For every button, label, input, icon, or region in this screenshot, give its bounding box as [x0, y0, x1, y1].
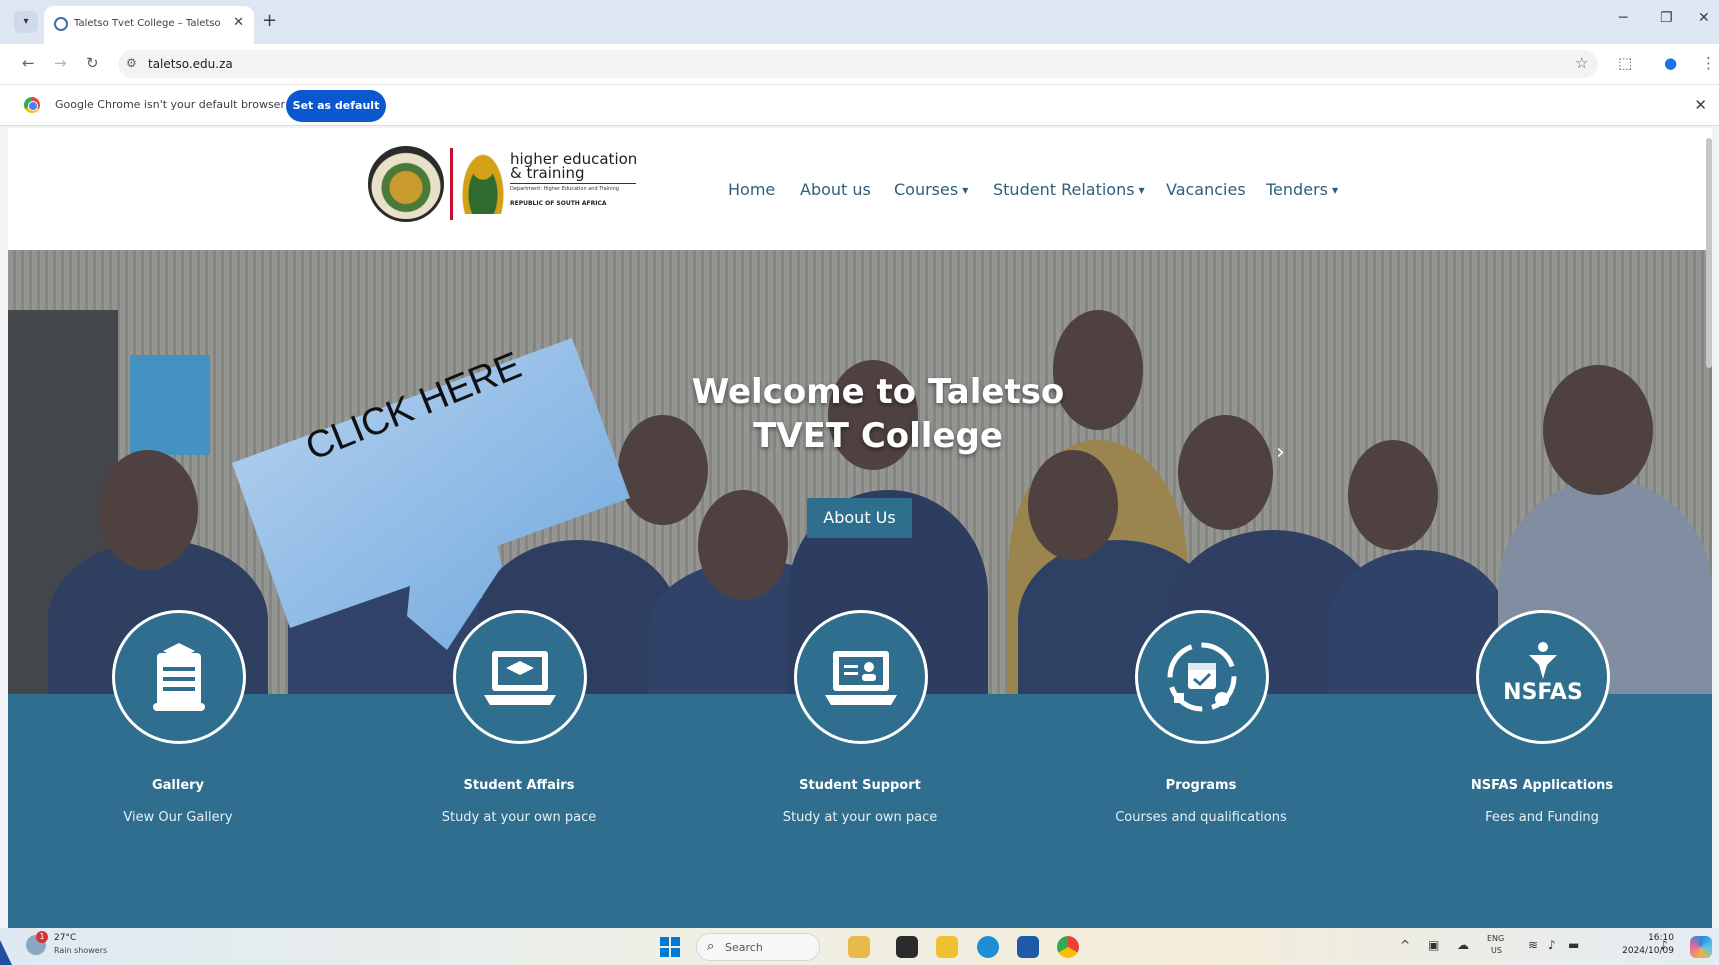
start-icon-gap [660, 946, 680, 948]
hero-title: Welcome to Taletso TVET College [691, 372, 1065, 456]
window-close-icon[interactable]: ✕ [1698, 10, 1710, 26]
caret-down-icon: ▼ [1331, 186, 1339, 195]
service-subtitle: Study at your own pace [782, 810, 938, 825]
back-arrow-icon[interactable]: ← [22, 54, 35, 72]
infobar-close-icon[interactable]: ✕ [1694, 96, 1707, 114]
store-icon[interactable] [1017, 936, 1039, 958]
dhet-logo-department: Department: Higher Education and Trainin… [510, 186, 619, 192]
reload-icon[interactable]: ↻ [86, 54, 99, 72]
nav-home[interactable]: Home [728, 180, 775, 199]
tab-strip: ▾ Taletso Tvet College – Taletso T ✕ + ─… [0, 0, 1719, 44]
taskbar-search[interactable]: ⌕ Search [696, 933, 820, 961]
service-title: Programs [1165, 778, 1237, 793]
laptop-user-icon [825, 651, 897, 705]
nav-student-relations[interactable]: Student Relations ▼ [993, 180, 1145, 199]
tray-chevron-icon[interactable]: ^ [1400, 938, 1410, 952]
restore-icon[interactable]: ❐ [1660, 10, 1673, 26]
weather-desc[interactable]: Rain showers [54, 946, 107, 955]
battery-icon[interactable]: ▬ [1568, 938, 1579, 952]
bookmark-star-icon[interactable]: ☆ [1575, 54, 1588, 72]
notification-badge: 1 [36, 931, 48, 943]
task-view-icon[interactable] [896, 936, 918, 958]
nsfas-wordmark: NSFAS [1503, 680, 1583, 705]
forward-arrow-icon[interactable]: → [54, 54, 67, 72]
tab-search-icon[interactable]: ▾ [14, 11, 38, 33]
nav-about-us[interactable]: About us [800, 180, 871, 199]
notifications-bell-icon[interactable]: ♪ [1660, 938, 1668, 952]
service-subtitle: Study at your own pace [441, 810, 597, 825]
url-text[interactable]: taletso.edu.za [148, 57, 233, 71]
service-title: Gallery [151, 778, 205, 793]
service-subtitle: View Our Gallery [123, 810, 233, 825]
site-header: higher education & training Department: … [8, 128, 1712, 250]
nav-vacancies[interactable]: Vacancies [1166, 180, 1246, 199]
wifi-icon[interactable]: ≋ [1528, 938, 1538, 952]
caret-down-icon: ▼ [962, 186, 969, 195]
service-icon-circle[interactable] [112, 610, 246, 744]
service-title: Student Support [799, 778, 921, 793]
nav-tenders[interactable]: Tenders ▼ [1266, 180, 1338, 199]
taskbar-search-label: Search [725, 941, 763, 954]
profile-icon[interactable]: ● [1664, 54, 1677, 72]
extensions-icon[interactable]: ⬚ [1618, 54, 1632, 72]
slider-next-arrow-icon[interactable]: › [1276, 440, 1285, 465]
page-scrollbar[interactable] [1706, 138, 1712, 368]
file-explorer-icon[interactable] [936, 936, 958, 958]
language-region[interactable]: US [1491, 946, 1502, 955]
weather-temp[interactable]: 27°C [54, 933, 76, 943]
infobar-message: Google Chrome isn't your default browser [55, 98, 285, 111]
dhet-logo-line2: & training [510, 164, 585, 182]
nsfas-logo-icon: NSFAS [1503, 642, 1583, 705]
windows-taskbar: 1 27°C Rain showers ⌕ Search ^ ▣ ☁ ENG U… [0, 928, 1719, 965]
nav-courses[interactable]: Courses ▼ [894, 180, 968, 199]
widgets-icon[interactable] [848, 936, 870, 958]
site-info-icon[interactable]: ⚙ [126, 56, 137, 70]
new-tab-button[interactable]: + [262, 10, 277, 31]
service-icon-circle[interactable] [1135, 610, 1269, 744]
chrome-taskbar-icon[interactable] [1057, 936, 1079, 958]
edge-icon[interactable] [977, 936, 999, 958]
service-subtitle: Fees and Funding [1485, 810, 1599, 825]
default-browser-infobar: Google Chrome isn't your default browser… [0, 84, 1719, 126]
calendar-cycle-icon [1167, 642, 1237, 712]
chrome-logo-icon [24, 97, 40, 113]
set-as-default-button[interactable]: Set as default [286, 90, 386, 122]
address-bar[interactable]: ⚙ taletso.edu.za [118, 50, 1598, 78]
service-title: NSFAS Applications [1470, 778, 1614, 793]
dhet-logo-rule [510, 183, 636, 184]
copilot-icon[interactable] [1690, 936, 1712, 958]
coat-of-arms-icon [460, 150, 506, 214]
service-title: Student Affairs [463, 778, 575, 793]
menu-kebab-icon[interactable]: ⋮ [1701, 54, 1716, 72]
site-favicon-icon [54, 17, 68, 31]
dhet-logo-rsa: REPUBLIC OF SOUTH AFRICA [510, 200, 607, 207]
tab-close-icon[interactable]: ✕ [233, 15, 244, 30]
college-crest-logo[interactable] [368, 146, 444, 222]
about-us-button[interactable]: About Us [807, 498, 912, 538]
tray-onedrive-icon[interactable]: ☁ [1457, 938, 1469, 952]
service-icon-circle[interactable]: NSFAS [1476, 610, 1610, 744]
slide-corner-decoration [0, 940, 12, 965]
minimize-icon[interactable]: ─ [1619, 10, 1627, 26]
scroll-certificate-icon [153, 643, 205, 711]
caret-down-icon: ▼ [1138, 186, 1145, 195]
tab-title: Taletso Tvet College – Taletso T [74, 18, 224, 29]
browser-toolbar: ← → ↻ ⚙ taletso.edu.za ☆ ⬚ ● ⋮ [0, 44, 1719, 84]
volume-icon[interactable]: ♪ [1548, 938, 1556, 952]
language-code[interactable]: ENG [1487, 934, 1504, 943]
service-icon-circle[interactable] [794, 610, 928, 744]
search-icon: ⌕ [707, 939, 715, 954]
service-subtitle: Courses and qualifications [1115, 810, 1287, 825]
active-tab[interactable]: Taletso Tvet College – Taletso T ✕ [44, 6, 254, 44]
tray-app-icon[interactable]: ▣ [1428, 938, 1439, 952]
logo-divider [450, 148, 453, 220]
